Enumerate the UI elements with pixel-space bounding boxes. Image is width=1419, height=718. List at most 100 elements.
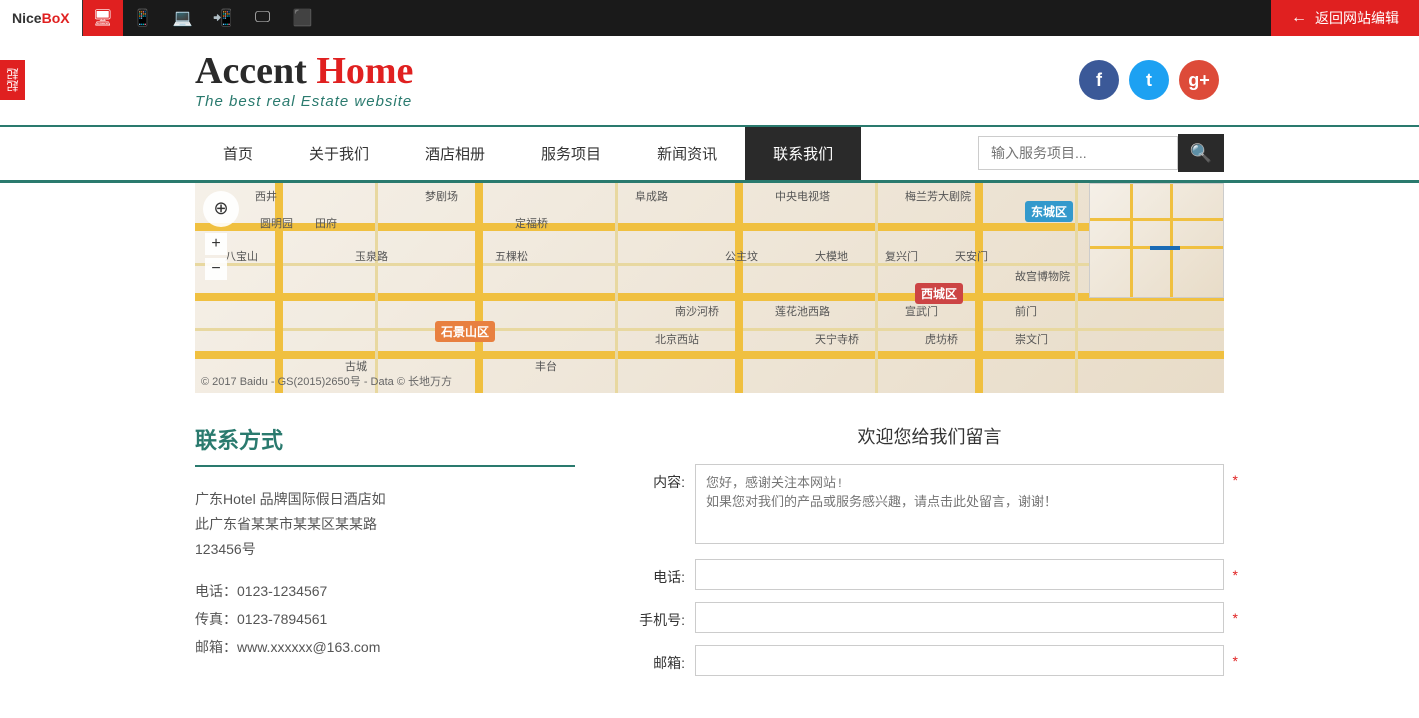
contact-phone: 电话：0123-1234567 (195, 577, 575, 605)
desktop-icon[interactable]: 🖥 (83, 0, 123, 36)
email-required: * (1233, 653, 1238, 669)
content-input-wrap: * (695, 464, 1224, 547)
back-edit-label: 返回网站编辑 (1315, 8, 1399, 28)
map-zoom-out[interactable]: − (205, 258, 227, 280)
contact-title: 联系方式 (195, 423, 575, 467)
admin-bar-left: NiceBoX 🖥 📱 💻 📲 🖵 ⬛ (0, 0, 323, 36)
map-label-tianfu: 田府 (315, 215, 337, 231)
googleplus-icon[interactable]: g+ (1179, 60, 1219, 100)
logo-subtitle: The best real Estate website (195, 93, 413, 110)
map-label-lianhua: 莲花池西路 (775, 303, 830, 319)
message-title: 欢迎您给我们留言 (635, 423, 1224, 449)
main-nav: 首页 关于我们 酒店相册 服务项目 新闻资讯 联系我们 🔍 (0, 127, 1419, 183)
nav-contact[interactable]: 联系我们 (745, 127, 861, 180)
map-label-fucheng: 阜成路 (635, 188, 668, 204)
map-label-yutan: 玉泉路 (355, 248, 388, 264)
district-shijingshan: 石景山区 (435, 321, 495, 342)
phone-input-wrap: * (695, 559, 1224, 590)
map-label-tianheyuan: 天宁寺桥 (815, 331, 859, 347)
tablet-landscape-icon[interactable]: 💻 (163, 0, 203, 36)
mobile-label: 手机号: (635, 602, 685, 630)
twitter-icon[interactable]: t (1129, 60, 1169, 100)
map-label-mengju: 梦剧场 (425, 188, 458, 204)
email-input-wrap: * (695, 645, 1224, 676)
contact-fax: 传真：0123-7894561 (195, 605, 575, 633)
form-row-phone: 电话: * (635, 559, 1224, 590)
nav-home[interactable]: 首页 (195, 127, 281, 180)
map-label-bajieshan: 八宝山 (225, 248, 258, 264)
admin-bar: NiceBoX 🖥 📱 💻 📲 🖵 ⬛ ← 返回网站编辑 (0, 0, 1419, 36)
facebook-icon[interactable]: f (1079, 60, 1119, 100)
email-input[interactable] (695, 645, 1224, 676)
back-edit-button[interactable]: ← 返回网站编辑 (1271, 0, 1419, 36)
nav-search: 🔍 (978, 134, 1224, 172)
map-label-yongding: 丰台 (535, 358, 557, 374)
email-label: 邮箱: (635, 645, 685, 673)
site-logo: Accent Home The best real Estate website (195, 51, 413, 110)
map-label-nanshahe: 南沙河桥 (675, 303, 719, 319)
phone-input[interactable] (695, 559, 1224, 590)
map-label-meishu: 梅兰芳大剧院 (905, 188, 971, 204)
contact-address: 广东Hotel 品牌国际假日酒店如 此广东省某某市某某区某某路 123456号 (195, 487, 575, 563)
map-copyright: © 2017 Baidu - GS(2015)2650号 - Data © 长地… (201, 373, 452, 389)
map-label-chongwen: 崇文门 (1015, 331, 1048, 347)
map-label-jingxi: 北京西站 (655, 331, 699, 347)
contact-section: 联系方式 广东Hotel 品牌国际假日酒店如 此广东省某某市某某区某某路 123… (195, 423, 575, 688)
social-icons: f t g+ (1079, 60, 1219, 100)
mobile-icon[interactable]: 📱 (123, 0, 163, 36)
map-label-qianmen: 前门 (1015, 303, 1037, 319)
phone-label: 电话: (635, 559, 685, 587)
logo-text: ome (346, 50, 414, 92)
map-label-tiananmen: 天安门 (955, 248, 988, 264)
map-label-fuxing: 复兴门 (885, 248, 918, 264)
qrcode-icon[interactable]: ⬛ (283, 0, 323, 36)
search-input[interactable] (978, 136, 1178, 170)
content-textarea[interactable] (695, 464, 1224, 544)
map-wrapper: 东城区 西城区 朝阳区 石景山区 西井 田府 梦剧场 定福桥 阜成路 中央电视塔… (195, 183, 1224, 393)
form-row-mobile: 手机号: * (635, 602, 1224, 633)
map-label-gongzhu: 公主坟 (725, 248, 758, 264)
map-label-zhongyangdianshi: 中央电视塔 (775, 188, 830, 204)
nav-gallery[interactable]: 酒店相册 (397, 127, 513, 180)
map-label-hubbao: 虎坊桥 (925, 331, 958, 347)
map-label-guancheng: 圆明园 (260, 215, 293, 231)
form-row-email: 邮箱: * (635, 645, 1224, 676)
side-tab[interactable]: 起起 (0, 60, 25, 100)
form-row-content: 内容: * (635, 464, 1224, 547)
contact-address-line1: 广东Hotel 品牌国际假日酒店如 (195, 487, 575, 512)
nicebox-logo[interactable]: NiceBoX (0, 0, 83, 36)
map-label-dingfu: 定福桥 (515, 215, 548, 231)
map-area[interactable]: 东城区 西城区 朝阳区 石景山区 西井 田府 梦剧场 定福桥 阜成路 中央电视塔… (195, 183, 1224, 393)
monitor-icon[interactable]: 🖵 (243, 0, 283, 36)
site-header: Accent Home The best real Estate website… (0, 36, 1419, 127)
district-xicheng: 西城区 (915, 283, 963, 304)
contact-address-line2: 此广东省某某市某某区某某路 (195, 512, 575, 537)
tablet-icon[interactable]: 📲 (203, 0, 243, 36)
map-compass[interactable]: ⊕ (203, 191, 239, 227)
nav-services[interactable]: 服务项目 (513, 127, 629, 180)
map-label-xuanwumen: 宣武门 (905, 303, 938, 319)
map-label-xijing: 西井 (255, 188, 277, 204)
nav-items: 首页 关于我们 酒店相册 服务项目 新闻资讯 联系我们 (195, 127, 978, 180)
back-arrow-icon: ← (1291, 9, 1307, 27)
map-zoom-in[interactable]: + (205, 233, 227, 255)
nav-about[interactable]: 关于我们 (281, 127, 397, 180)
mobile-input-wrap: * (695, 602, 1224, 633)
contact-info: 电话：0123-1234567 传真：0123-7894561 邮箱：www.x… (195, 577, 575, 661)
map-label-gugong: 故宫博物院 (1015, 268, 1070, 284)
search-button[interactable]: 🔍 (1178, 134, 1224, 172)
contact-email: 邮箱：www.xxxxxx@163.com (195, 633, 575, 661)
contact-address-line3: 123456号 (195, 537, 575, 562)
message-section: 欢迎您给我们留言 内容: * 电话: * 手机号: * 邮箱: (635, 423, 1224, 688)
logo-main: Accent Home (195, 51, 413, 93)
phone-required: * (1233, 567, 1238, 583)
content-label: 内容: (635, 464, 685, 492)
admin-bar-right: ← 返回网站编辑 (1271, 0, 1419, 36)
map-label-gucheng: 古城 (345, 358, 367, 374)
content-area: 联系方式 广东Hotel 品牌国际假日酒店如 此广东省某某市某某区某某路 123… (0, 393, 1419, 718)
nav-news[interactable]: 新闻资讯 (629, 127, 745, 180)
map-label-damo: 大模地 (815, 248, 848, 264)
mobile-required: * (1233, 610, 1238, 626)
district-dongcheng: 东城区 (1025, 201, 1073, 222)
mobile-input[interactable] (695, 602, 1224, 633)
